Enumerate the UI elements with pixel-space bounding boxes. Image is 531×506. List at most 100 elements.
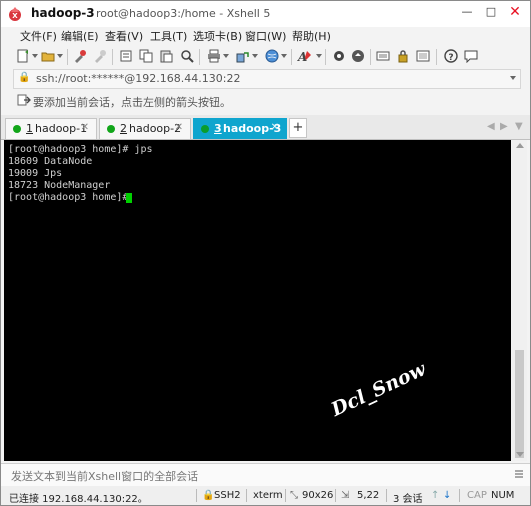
tab-prev-icon[interactable]: ◀	[487, 121, 495, 132]
tab-list-icon[interactable]: ▼	[515, 121, 523, 132]
tab-label: hadoop-1	[35, 122, 88, 135]
address-field[interactable]: ssh://root:******@192.168.44.130:22	[36, 72, 241, 85]
tab-close-icon[interactable]: ✕	[175, 122, 183, 133]
terminal-line: 18609 DataNode	[8, 156, 93, 167]
tab-label: hadoop-2	[129, 122, 182, 135]
terminal-size: 90x26	[302, 490, 334, 501]
menu-bar: 文件(F) 编辑(E) 查看(V) 工具(T) 选项卡(B) 窗口(W) 帮助(…	[1, 27, 530, 44]
connected-status-icon	[13, 125, 21, 133]
status-separator	[246, 489, 247, 502]
terminal-type: xterm	[253, 490, 283, 501]
open-folder-icon[interactable]	[40, 48, 56, 64]
toolbar: A ?	[1, 45, 530, 69]
xshell-window: X hadoop-3 root@hadoop3:/home - Xshell 5…	[0, 0, 531, 506]
tab-close-icon[interactable]: ✕	[81, 122, 89, 133]
properties-icon[interactable]	[118, 48, 134, 64]
toolbar-separator	[436, 49, 437, 65]
caps-lock-indicator: CAP	[467, 490, 487, 501]
chat-icon[interactable]	[463, 48, 479, 64]
paste-icon[interactable]	[158, 48, 174, 64]
protocol-label: SSH2	[214, 490, 241, 501]
tab-close-icon[interactable]: ✕	[271, 122, 279, 133]
font-dropdown-icon[interactable]	[316, 54, 322, 58]
menu-edit[interactable]: 编辑(E)	[61, 28, 99, 44]
scroll-down-icon[interactable]	[516, 452, 524, 457]
window-title: hadoop-3	[31, 6, 95, 20]
xftp-icon[interactable]	[350, 48, 366, 64]
tab-hadoop-1[interactable]: 1 hadoop-1 ✕	[5, 118, 97, 139]
toolbar-separator	[291, 49, 292, 65]
keyboard-icon[interactable]	[375, 48, 391, 64]
status-separator	[459, 489, 460, 502]
terminal-cursor	[126, 193, 132, 203]
connected-status-icon	[107, 125, 115, 133]
menu-tabs[interactable]: 选项卡(B)	[193, 28, 242, 44]
toolbar-separator	[325, 49, 326, 65]
status-separator	[285, 489, 286, 502]
copy-icon[interactable]	[138, 48, 154, 64]
font-icon[interactable]: A	[297, 48, 313, 64]
close-button[interactable]: ✕	[501, 1, 529, 23]
svg-text:?: ?	[448, 53, 453, 63]
connected-status-icon	[201, 125, 209, 133]
globe-icon[interactable]	[264, 48, 280, 64]
tab-hadoop-3[interactable]: 3 hadoop-3 ✕	[193, 118, 287, 139]
num-lock-indicator: NUM	[491, 490, 515, 501]
lock-screen-icon[interactable]	[395, 48, 411, 64]
compose-menu-icon[interactable]	[514, 468, 524, 480]
script-icon[interactable]	[331, 48, 347, 64]
add-session-arrow-icon[interactable]	[17, 94, 31, 108]
toolbar-separator	[112, 49, 113, 65]
open-dropdown-icon[interactable]	[57, 54, 63, 58]
fullscreen-icon[interactable]	[415, 48, 431, 64]
tab-number: 2	[120, 122, 127, 135]
tab-next-icon[interactable]: ▶	[500, 121, 508, 132]
hint-text: 要添加当前会话，点击左侧的箭头按钮。	[33, 96, 231, 109]
toolbar-separator	[67, 49, 68, 65]
add-tab-button[interactable]: +	[289, 118, 307, 138]
terminal-line: 19009 Jps	[8, 168, 63, 179]
connection-status: 已连接 192.168.44.130:22。	[9, 494, 148, 505]
address-dropdown-icon[interactable]	[510, 76, 516, 80]
cursor-position-icon: ⇲	[341, 490, 350, 501]
download-arrow-icon: ↓	[443, 490, 452, 501]
cursor-position: 5,22	[357, 490, 380, 501]
terminal-line: [root@hadoop3 home]#	[8, 192, 135, 203]
xshell-app-icon: X	[9, 7, 21, 21]
new-session-dropdown-icon[interactable]	[32, 54, 38, 58]
terminal-scrollbar[interactable]	[512, 140, 527, 461]
menu-file[interactable]: 文件(F)	[20, 28, 57, 44]
compose-bar[interactable]: 发送文本到当前Xshell窗口的全部会话	[1, 463, 530, 487]
address-bar[interactable]: 🔒 ssh://root:******@192.168.44.130:22	[13, 69, 521, 89]
lock-icon: 🔒	[18, 72, 31, 83]
print-dropdown-icon[interactable]	[223, 54, 229, 58]
svg-text:X: X	[12, 12, 18, 20]
status-separator	[335, 489, 336, 502]
status-bar: 已连接 192.168.44.130:22。 🔒 SSH2 xterm ⤡ 90…	[1, 486, 530, 505]
session-tabs: 1 hadoop-1 ✕ 2 hadoop-2 ✕ 3 hadoop-3 ✕ +…	[1, 115, 530, 140]
tab-hadoop-2[interactable]: 2 hadoop-2 ✕	[99, 118, 191, 139]
transfer-icon[interactable]	[235, 48, 251, 64]
menu-window[interactable]: 窗口(W)	[245, 28, 286, 44]
ssh-lock-icon: 🔒	[202, 490, 215, 501]
menu-tools[interactable]: 工具(T)	[150, 28, 187, 44]
print-icon[interactable]	[206, 48, 222, 64]
scroll-up-icon[interactable]	[516, 143, 524, 148]
new-session-icon[interactable]	[15, 48, 31, 64]
menu-view[interactable]: 查看(V)	[105, 28, 143, 44]
terminal-area[interactable]: [root@hadoop3 home]# jps 18609 DataNode …	[4, 140, 511, 461]
scroll-thumb[interactable]	[515, 350, 524, 458]
tab-number: 3	[214, 122, 222, 135]
disconnect-icon[interactable]	[92, 48, 108, 64]
find-icon[interactable]	[179, 48, 195, 64]
menu-help[interactable]: 帮助(H)	[292, 28, 331, 44]
toolbar-separator	[199, 49, 200, 65]
upload-arrow-icon: ↑	[431, 490, 440, 501]
status-separator	[196, 489, 197, 502]
globe-dropdown-icon[interactable]	[281, 54, 287, 58]
transfer-dropdown-icon[interactable]	[252, 54, 258, 58]
help-icon[interactable]: ?	[443, 48, 459, 64]
reconnect-icon[interactable]	[72, 48, 88, 64]
session-count: 3 会话	[393, 494, 423, 505]
window-subtitle: root@hadoop3:/home - Xshell 5	[96, 7, 271, 20]
